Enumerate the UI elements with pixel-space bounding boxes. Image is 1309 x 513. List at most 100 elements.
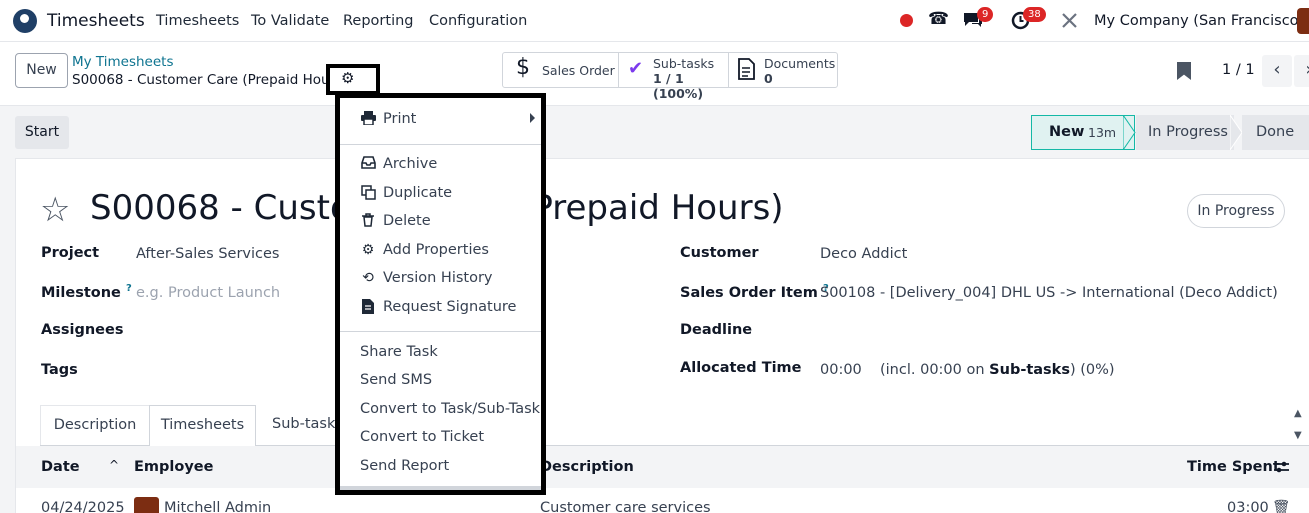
check-icon: ✔: [628, 58, 644, 79]
menu-item-convert-to-task[interactable]: Convert to Task/Sub-Task: [340, 397, 541, 425]
project-field[interactable]: After-Sales Services: [136, 246, 279, 262]
app-name[interactable]: Timesheets: [47, 11, 145, 31]
favorite-star-icon[interactable]: ☆: [40, 192, 70, 228]
version-history-label: Version History: [383, 270, 493, 286]
sales-order-label: Sales Order: [542, 63, 615, 78]
employee-avatar: [134, 497, 159, 513]
customer-field[interactable]: Deco Addict: [820, 246, 907, 262]
so-item-label-text: Sales Order Item: [680, 284, 818, 301]
stage-new-label: New: [1049, 124, 1085, 140]
breadcrumb-my-timesheets[interactable]: My Timesheets: [72, 54, 174, 70]
milestone-field[interactable]: e.g. Product Launch: [136, 285, 280, 301]
stage-done[interactable]: Done: [1242, 115, 1309, 150]
gear-icon: ⚙: [341, 69, 355, 87]
add-properties-label: Add Properties: [383, 242, 489, 258]
help-tooltip-icon[interactable]: ?: [126, 283, 132, 294]
tags-label: Tags: [41, 362, 78, 378]
tools-icon[interactable]: [1061, 12, 1078, 33]
pager-next-button[interactable]: ›: [1294, 55, 1309, 87]
stage-new-time: 13m: [1088, 125, 1117, 140]
app-logo-icon[interactable]: [13, 9, 37, 33]
breadcrumb-current-record: S00068 - Customer Care (Prepaid Hours): [72, 72, 348, 88]
deadline-label: Deadline: [680, 322, 753, 338]
menu-scrollbar: [340, 486, 541, 490]
document-icon: [737, 58, 755, 85]
history-icon: ⟲: [362, 270, 374, 286]
top-navbar: Timesheets Timesheets To Validate Report…: [0, 0, 1309, 42]
column-time-spent[interactable]: Time Spent: [1187, 459, 1280, 475]
menu-item-convert-to-ticket[interactable]: Convert to Ticket: [340, 425, 541, 453]
customer-label: Customer: [680, 245, 759, 261]
convert-to-ticket-label: Convert to Ticket: [360, 429, 485, 445]
optional-columns-icon[interactable]: [1273, 459, 1290, 479]
menu-item-version-history[interactable]: ⟲ Version History: [340, 266, 541, 294]
stage-in-progress[interactable]: In Progress: [1136, 115, 1234, 150]
scroll-arrows-icon[interactable]: ▲ ▼: [1294, 408, 1302, 441]
menu-to-validate[interactable]: To Validate: [251, 13, 329, 29]
actions-gear-button[interactable]: ⚙: [326, 64, 380, 95]
sales-order-button[interactable]: $ Sales Order: [503, 53, 619, 87]
chevron-right-icon: ›: [1305, 59, 1309, 80]
menu-item-send-report[interactable]: Send Report: [340, 454, 541, 482]
company-switcher[interactable]: My Company (San Francisco): [1094, 13, 1304, 29]
send-report-label: Send Report: [360, 458, 450, 474]
printer-icon: [359, 111, 377, 129]
stage-new[interactable]: New 13m: [1031, 115, 1135, 150]
menu-item-duplicate[interactable]: Duplicate: [340, 181, 541, 209]
activities-badge: 38: [1023, 7, 1046, 22]
phone-icon[interactable]: ☎: [928, 9, 949, 29]
start-timer-button[interactable]: Start: [15, 116, 69, 149]
allocated-note-pre: (incl. 00:00 on: [880, 362, 990, 378]
menu-item-print[interactable]: Print: [340, 107, 541, 135]
print-label: Print: [383, 111, 417, 127]
messages-badge: 9: [977, 7, 994, 22]
menu-timesheets[interactable]: Timesheets: [156, 13, 239, 29]
row-employee[interactable]: Mitchell Admin: [164, 500, 271, 513]
menu-item-archive[interactable]: Archive: [340, 152, 541, 180]
row-date[interactable]: 04/24/2025: [41, 500, 125, 513]
so-item-field[interactable]: S00108 - [Delivery_004] DHL US -> Intern…: [820, 285, 1278, 301]
menu-item-request-signature[interactable]: Request Signature: [340, 295, 541, 323]
tab-timesheets[interactable]: Timesheets: [149, 405, 256, 446]
state-pill[interactable]: In Progress: [1187, 194, 1285, 228]
menu-item-delete[interactable]: Delete: [340, 209, 541, 237]
subtasks-button[interactable]: ✔ Sub-tasks 1 / 1 (100%): [619, 53, 729, 101]
subtasks-label: Sub-tasks: [653, 56, 715, 71]
sort-ascending-icon[interactable]: ^: [109, 458, 119, 472]
allocated-time-field[interactable]: 00:00: [820, 362, 862, 378]
column-description[interactable]: Description: [540, 459, 634, 475]
tab-description[interactable]: Description: [40, 405, 150, 445]
menu-item-add-properties[interactable]: ⚙ Add Properties: [340, 238, 541, 266]
request-signature-label: Request Signature: [383, 299, 517, 315]
file-text-icon: [359, 299, 377, 318]
milestone-label-text: Milestone: [41, 284, 121, 301]
inbox-icon: [359, 156, 377, 173]
archive-label: Archive: [383, 156, 438, 172]
documents-button[interactable]: Documents 0: [729, 53, 839, 87]
smart-buttons: $ Sales Order ✔ Sub-tasks 1 / 1 (100%) D…: [502, 52, 839, 101]
menu-configuration[interactable]: Configuration: [429, 13, 527, 29]
caret-right-icon: [530, 113, 535, 123]
share-task-label: Share Task: [360, 344, 438, 360]
documents-label: Documents: [764, 56, 836, 71]
row-description[interactable]: Customer care services: [540, 500, 711, 513]
column-date[interactable]: Date: [41, 459, 80, 475]
user-avatar[interactable]: [1297, 8, 1309, 34]
menu-reporting[interactable]: Reporting: [343, 13, 414, 29]
new-button[interactable]: New: [15, 53, 68, 88]
trash-icon[interactable]: 🗑: [1272, 499, 1290, 513]
subtasks-value: 1 / 1 (100%): [653, 71, 704, 101]
allocated-note-subtasks: Sub-tasks: [989, 362, 1070, 378]
recording-dot-icon[interactable]: [900, 14, 913, 27]
column-employee[interactable]: Employee: [134, 459, 213, 475]
menu-item-send-sms[interactable]: Send SMS: [340, 368, 541, 396]
send-sms-label: Send SMS: [360, 372, 433, 388]
pager-value[interactable]: 1 / 1: [1222, 62, 1255, 78]
menu-item-share-task[interactable]: Share Task: [340, 340, 541, 368]
so-item-label: Sales Order Item ?: [680, 283, 829, 301]
menu-divider: [340, 331, 541, 332]
milestone-label: Milestone ?: [41, 283, 132, 301]
row-time-spent[interactable]: 03:00: [1227, 500, 1269, 513]
project-label: Project: [41, 245, 100, 261]
pager-previous-button[interactable]: ‹: [1262, 55, 1292, 87]
